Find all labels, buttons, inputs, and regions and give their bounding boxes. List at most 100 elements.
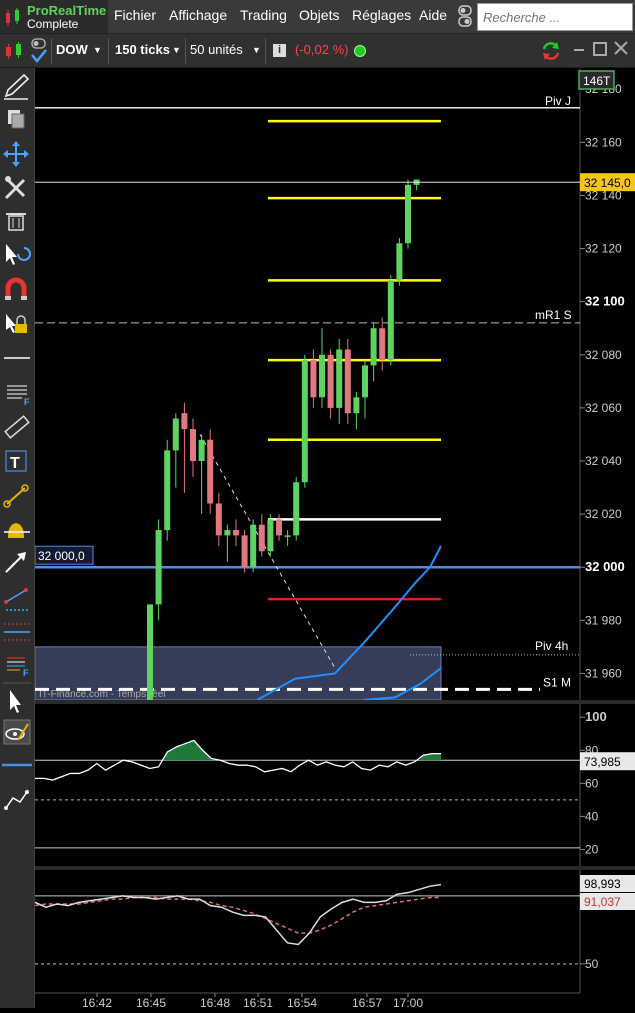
instrument-chevron-icon[interactable]: ▼	[93, 34, 102, 67]
chart-area[interactable]: 32 18032 16032 14032 12032 10032 08032 0…	[34, 68, 635, 1010]
fork-icon[interactable]	[4, 623, 30, 641]
drawing-toolbar: F T F	[0, 68, 35, 1008]
chart-toolbar: DOW ▼ 150 ticks ▼ 50 unités ▼ i (-0,02 %…	[0, 34, 635, 68]
svg-text:F: F	[24, 397, 30, 407]
pointer-icon[interactable]	[10, 690, 21, 713]
x-tick-label: 16:48	[200, 996, 230, 1008]
lock-cursor-icon[interactable]	[6, 314, 27, 333]
candle-body	[293, 482, 300, 536]
osc2-signal-line	[34, 896, 441, 934]
candle-body	[241, 535, 248, 568]
x-tick-label: 17:00	[393, 996, 423, 1008]
trash-icon[interactable]	[6, 213, 26, 231]
fibonacci-icon[interactable]: F	[7, 385, 30, 407]
toggle-check-icon[interactable]	[29, 38, 49, 64]
x-tick-label: 16:42	[82, 996, 112, 1008]
connection-status-icon	[354, 45, 366, 57]
info-icon[interactable]: i	[273, 44, 286, 57]
piv-j-label: Piv J	[545, 94, 571, 108]
candle-body	[250, 524, 257, 568]
x-tick-label: 16:57	[352, 996, 382, 1008]
price-change: (-0,02 %)	[295, 42, 349, 57]
candle-body	[344, 349, 351, 414]
segment-icon[interactable]	[3, 484, 29, 508]
osc1-value-label: 73,985	[584, 755, 621, 769]
osc2-main-line	[34, 883, 442, 946]
move-icon[interactable]	[3, 141, 29, 167]
chart-candles-icon[interactable]	[4, 40, 24, 62]
x-axis-bg	[35, 993, 635, 1008]
minimize-icon[interactable]	[574, 49, 584, 51]
channel-icon[interactable]	[4, 588, 28, 611]
level-marker: 32 000,0	[38, 549, 85, 563]
app-name: ProRealTime	[27, 3, 107, 18]
menu-aide[interactable]: Aide	[419, 0, 447, 33]
menu-affichage[interactable]: Affichage	[169, 0, 227, 33]
candle-body	[267, 519, 274, 552]
logo-candles-icon	[6, 8, 19, 26]
units-select[interactable]: 50 unités	[190, 34, 243, 67]
price-marker: 32 145,0	[584, 176, 631, 190]
osc2-value-label-a: 98,993	[584, 877, 621, 891]
alert-icon[interactable]	[4, 523, 30, 538]
y-tick-label: 32 100	[585, 294, 625, 309]
maximize-icon[interactable]	[593, 42, 607, 56]
candle-body	[310, 360, 317, 398]
candle-body	[336, 349, 343, 408]
x-tick-label: 16:45	[136, 996, 166, 1008]
candle-body	[387, 280, 394, 361]
settings-toggle-icon[interactable]	[456, 4, 474, 28]
menu-fichier[interactable]: Fichier	[114, 0, 156, 33]
close-icon[interactable]	[614, 41, 628, 55]
svg-text:T: T	[10, 455, 20, 472]
copy-icon[interactable]	[8, 110, 25, 129]
candle-body	[405, 184, 411, 244]
y-tick-label: 32 080	[585, 348, 622, 362]
ticks-badge: 146T	[583, 74, 611, 88]
x-tick-label: 16:54	[287, 996, 317, 1008]
candle-body	[215, 503, 222, 536]
polyline-icon[interactable]	[4, 790, 29, 810]
candle-body	[258, 524, 265, 552]
pencil-icon[interactable]	[4, 73, 30, 100]
period-select[interactable]: 150 ticks	[115, 34, 170, 67]
svg-text:F: F	[23, 668, 29, 678]
candle-body	[301, 360, 308, 483]
candle-body	[327, 354, 334, 408]
y-tick-label: 32 000	[585, 559, 625, 574]
candle-body	[172, 418, 179, 451]
candle-body	[207, 439, 214, 504]
candle-body	[319, 354, 325, 398]
menu-reglages[interactable]: Réglages	[352, 0, 411, 33]
osc1-tick-label: 40	[585, 809, 599, 823]
y-tick-label: 32 120	[585, 242, 622, 256]
candle-body	[379, 328, 386, 361]
text-icon[interactable]: T	[5, 450, 27, 472]
candle-body	[147, 604, 153, 700]
tools-icon[interactable]	[4, 176, 26, 200]
app-edition: Complete	[27, 17, 79, 31]
candle-body	[164, 450, 171, 531]
arrow-icon[interactable]	[5, 552, 26, 573]
menu-trading[interactable]: Trading	[240, 0, 287, 33]
candle-body	[224, 530, 231, 536]
units-chevron-icon[interactable]: ▼	[252, 34, 261, 67]
eye-pencil-icon[interactable]	[3, 719, 31, 745]
fan-icon[interactable]: F	[7, 657, 29, 678]
cursor-undo-icon[interactable]	[6, 244, 31, 265]
candle-body	[370, 328, 377, 366]
app-logo: ProRealTime Complete	[0, 0, 108, 33]
instrument-select[interactable]: DOW	[56, 34, 88, 67]
search-input[interactable]	[477, 3, 633, 31]
y-tick-label: 31 960	[585, 666, 622, 680]
period-chevron-icon[interactable]: ▼	[172, 34, 181, 67]
osc1-tick-label: 60	[585, 776, 599, 790]
menu-objets[interactable]: Objets	[299, 0, 339, 33]
osc2-value-label-b: 91,037	[584, 895, 621, 909]
candle-body	[396, 243, 403, 281]
refresh-icon[interactable]	[540, 40, 562, 62]
ruler-icon[interactable]	[4, 415, 30, 439]
menu-bar: ProRealTime Complete Fichier Affichage T…	[0, 0, 635, 34]
y-tick-label: 32 160	[585, 135, 622, 149]
magnet-icon[interactable]	[5, 277, 27, 300]
